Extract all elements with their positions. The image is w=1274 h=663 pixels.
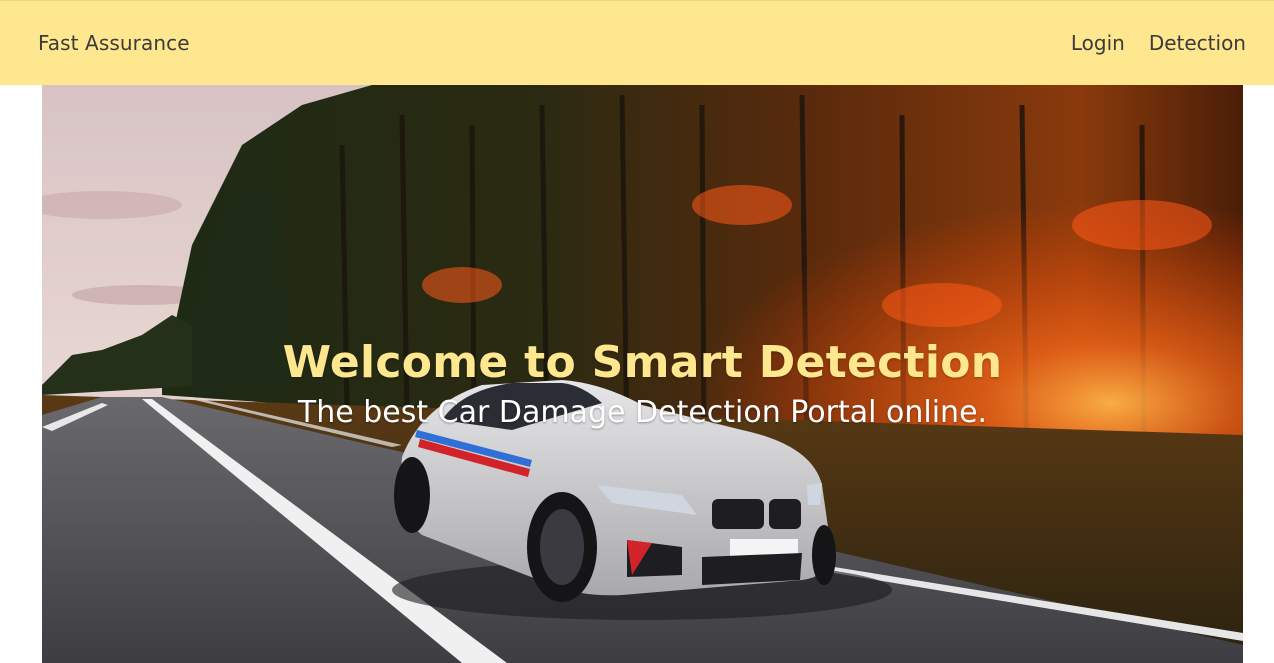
hero-banner: Welcome to Smart Detection The best Car …: [42, 85, 1243, 663]
hero-title: Welcome to Smart Detection: [282, 337, 1003, 388]
hero-subtitle: The best Car Damage Detection Portal onl…: [297, 395, 988, 430]
brand-link[interactable]: Fast Assurance: [38, 31, 190, 55]
nav-links: Login Detection: [1071, 31, 1246, 55]
nav-login-link[interactable]: Login: [1071, 31, 1125, 55]
top-navbar: Fast Assurance Login Detection: [0, 0, 1274, 85]
nav-detection-link[interactable]: Detection: [1149, 31, 1246, 55]
